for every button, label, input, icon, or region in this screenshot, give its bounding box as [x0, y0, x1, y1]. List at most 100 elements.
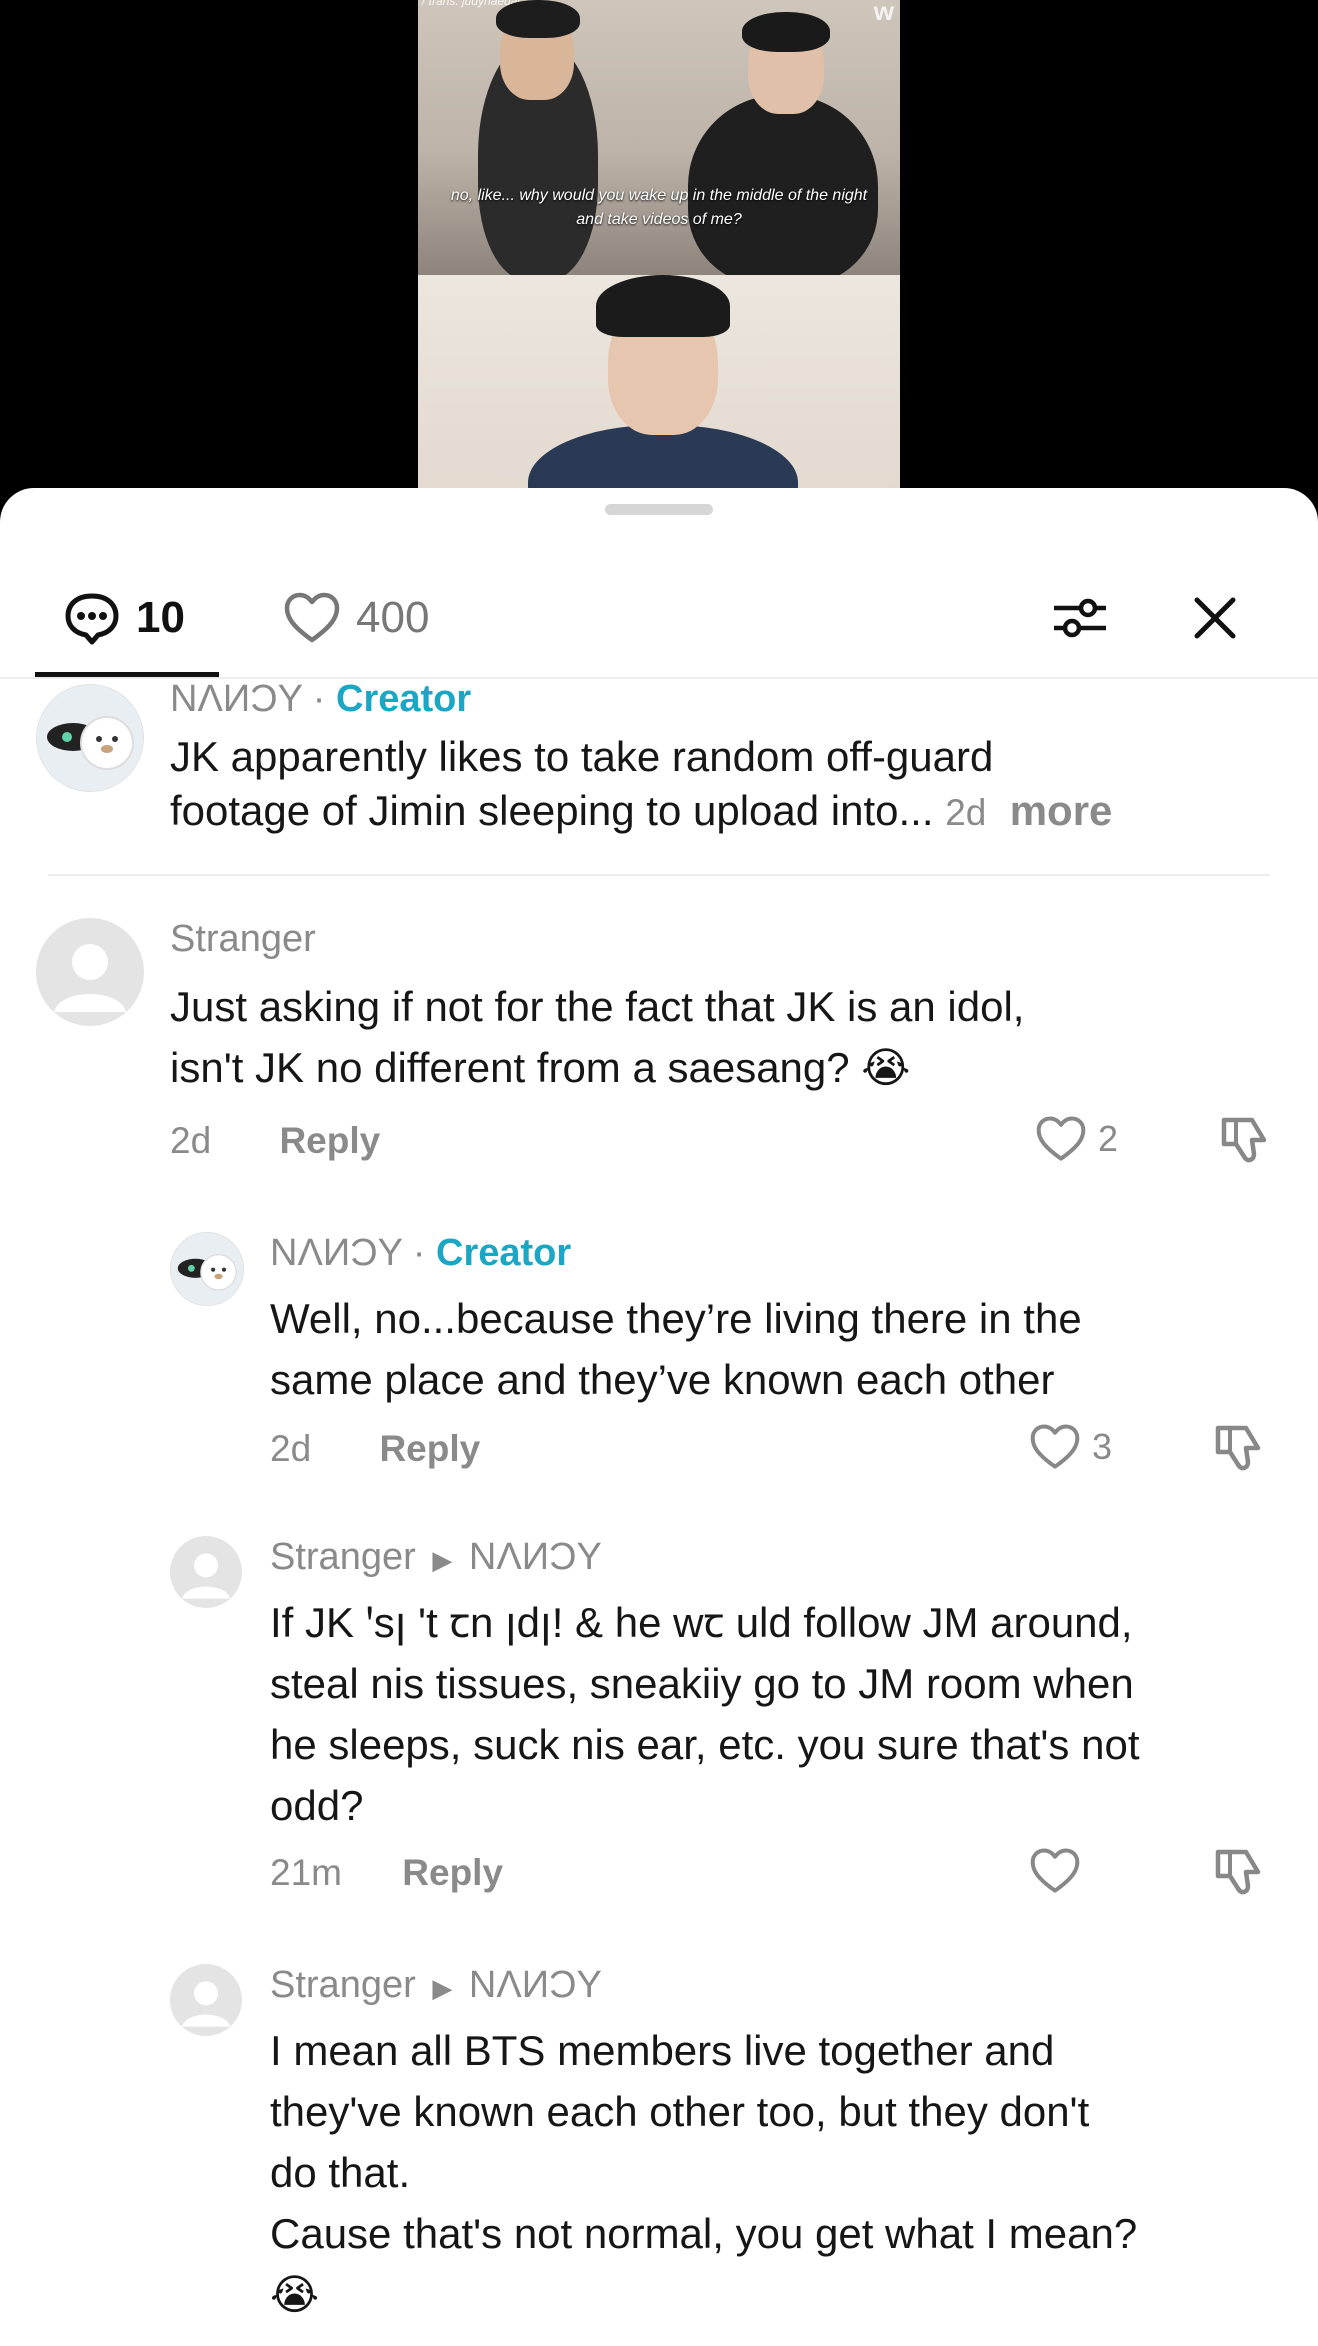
heart-outline-icon	[1036, 1116, 1086, 1161]
text-line: he sleeps, suck nis ear, etc. you sure t…	[270, 1721, 1140, 1768]
heart-outline-icon	[1030, 1848, 1080, 1893]
reply-text: If JK ꞌsꞁ 't ꞇn ꞁdꞁ! & he wꞇ uld follow …	[270, 1592, 1310, 1836]
separator: ·	[302, 678, 337, 720]
reply-button[interactable]: Reply	[279, 1120, 380, 1161]
reply-username-line: Stranger ▶ NΛИϽY	[270, 1536, 602, 1579]
reply-text: I mean all BTS members live together and…	[270, 2020, 1310, 2325]
user-silhouette-icon	[182, 1981, 230, 2027]
replied-to-username[interactable]: NΛИϽY	[469, 1536, 602, 1578]
like-button[interactable]: 2	[1034, 1114, 1118, 1164]
like-button[interactable]	[1028, 1846, 1092, 1896]
text-line: Well, no...because they’re living there …	[270, 1295, 1082, 1342]
video-frame-top: / trans: judyhaedal w no, like... why wo…	[418, 0, 900, 275]
thumbs-down-icon	[1215, 1425, 1261, 1471]
comments-sheet: 10 400 NΛИϽY · Creator JK apparently lik…	[0, 488, 1318, 2346]
creator-avatar[interactable]	[36, 684, 144, 792]
bear-character-icon	[37, 685, 143, 791]
default-avatar[interactable]	[170, 1536, 242, 1608]
separator: ·	[402, 1232, 437, 1274]
like-button[interactable]: 3	[1028, 1422, 1112, 1472]
subtitle-line: and take videos of me?	[576, 211, 742, 228]
close-button[interactable]	[1190, 588, 1240, 648]
drag-handle[interactable]	[605, 504, 713, 515]
video-player[interactable]: / trans: judyhaedal w no, like... why wo…	[0, 0, 1318, 500]
more-link[interactable]: more	[1010, 787, 1113, 834]
text-line: steal nis tissues, sneakiiy go to JM roo…	[270, 1660, 1134, 1707]
comment-text: Just asking if not for the fact that JK …	[170, 976, 1290, 1098]
dislike-button[interactable]	[1216, 1114, 1272, 1173]
pinned-username-line: NΛИϽY · Creator	[170, 678, 471, 721]
comment-meta: 2d Reply	[170, 1120, 380, 1162]
thumbs-down-icon	[1215, 1849, 1261, 1895]
person-bottom-cap	[596, 275, 730, 337]
reply-comment-item: Stranger ▶ NΛИϽY If JK ꞌsꞁ 't ꞇn ꞁdꞁ! & …	[0, 1536, 1318, 1956]
dislike-button[interactable]	[1210, 1422, 1266, 1481]
reply-comment-item: Stranger ▶ NΛИϽY I mean all BTS members …	[0, 1964, 1318, 2344]
reply-username-line: Stranger ▶ NΛИϽY	[270, 1964, 602, 2007]
comment-username[interactable]: Stranger	[170, 918, 316, 961]
video-subtitle: no, like... why would you wake up in the…	[418, 184, 900, 232]
text-line: they've known each other too, but they d…	[270, 2088, 1090, 2135]
reply-button[interactable]: Reply	[402, 1852, 503, 1893]
close-x-icon	[1194, 597, 1236, 639]
reply-arrow-icon: ▶	[432, 1973, 453, 2003]
reply-username[interactable]: NΛИϽY	[270, 1232, 402, 1274]
reply-username[interactable]: Stranger	[270, 1964, 416, 2006]
reply-text: Well, no...because they’re living there …	[270, 1288, 1300, 1410]
filter-button[interactable]	[1050, 588, 1110, 648]
person-right-hair	[742, 12, 830, 52]
reply-button[interactable]: Reply	[379, 1428, 480, 1469]
text-line: isn't JK no different from a saesang? 😭	[170, 1044, 911, 1091]
user-silhouette-icon	[54, 944, 126, 1012]
pinned-comment-text: JK apparently likes to take random off-g…	[170, 730, 1290, 840]
like-count: 3	[1092, 1426, 1113, 1467]
reply-age: 2d	[270, 1428, 312, 1469]
comments-tab[interactable]: 10	[62, 588, 185, 648]
text-line: I mean all BTS members live together and	[270, 2027, 1055, 2074]
reply-username-line: NΛИϽY · Creator	[270, 1232, 571, 1275]
sliders-icon	[1054, 598, 1106, 638]
comment-age: 2d	[170, 1120, 212, 1161]
text-line: If JK ꞌsꞁ 't ꞇn ꞁdꞁ! & he wꞇ uld follow …	[270, 1599, 1133, 1646]
bear-character-icon	[171, 1233, 243, 1305]
like-count: 2	[1098, 1118, 1119, 1159]
pinned-username[interactable]: NΛИϽY	[170, 678, 302, 720]
reply-arrow-icon: ▶	[432, 1545, 453, 1575]
reply-username[interactable]: Stranger	[270, 1536, 416, 1578]
text-line: do that.	[270, 2149, 411, 2196]
like-count: 400	[356, 593, 430, 642]
text-line-with-meta: footage of Jimin sleeping to upload into…	[170, 784, 1290, 840]
divider	[48, 874, 1270, 876]
likes-tab[interactable]: 400	[282, 588, 429, 648]
creator-avatar[interactable]	[170, 1232, 244, 1306]
heart-outline-icon	[284, 592, 340, 643]
reply-meta: 2d Reply	[270, 1428, 480, 1470]
chat-bubble-icon	[65, 593, 119, 645]
replied-to-username[interactable]: NΛИϽY	[469, 1964, 602, 2006]
comment-count: 10	[136, 593, 185, 642]
watermark-logo: w	[873, 0, 894, 26]
text-line: Just asking if not for the fact that JK …	[170, 983, 1025, 1030]
user-silhouette-icon	[182, 1553, 230, 1599]
text-line: Cause that's not normal, you get what I …	[270, 2210, 1138, 2257]
text-line: odd?	[270, 1782, 364, 1829]
dislike-button[interactable]	[1210, 1846, 1266, 1905]
text-line: footage of Jimin sleeping to upload into…	[170, 787, 934, 834]
pinned-age: 2d	[945, 792, 987, 833]
video-frame-bottom	[418, 275, 900, 500]
default-avatar[interactable]	[36, 918, 144, 1026]
reply-age: 21m	[270, 1852, 342, 1893]
text-line: same place and they’ve known each other	[270, 1356, 1055, 1403]
creator-badge: Creator	[336, 678, 472, 720]
reply-comment-item: NΛИϽY · Creator Well, no...because they’…	[0, 1232, 1318, 1522]
person-left-hair	[496, 0, 580, 38]
heart-outline-icon	[1030, 1424, 1080, 1469]
default-avatar[interactable]	[170, 1964, 242, 2036]
thumbs-down-icon	[1221, 1117, 1267, 1163]
text-line: JK apparently likes to take random off-g…	[170, 733, 994, 780]
subtitle-line: no, like... why would you wake up in the…	[450, 187, 868, 204]
reply-meta: 21m Reply	[270, 1852, 503, 1894]
creator-badge: Creator	[436, 1232, 572, 1274]
text-line: 😭	[270, 2271, 320, 2318]
pinned-comment: NΛИϽY · Creator JK apparently likes to t…	[0, 678, 1318, 888]
